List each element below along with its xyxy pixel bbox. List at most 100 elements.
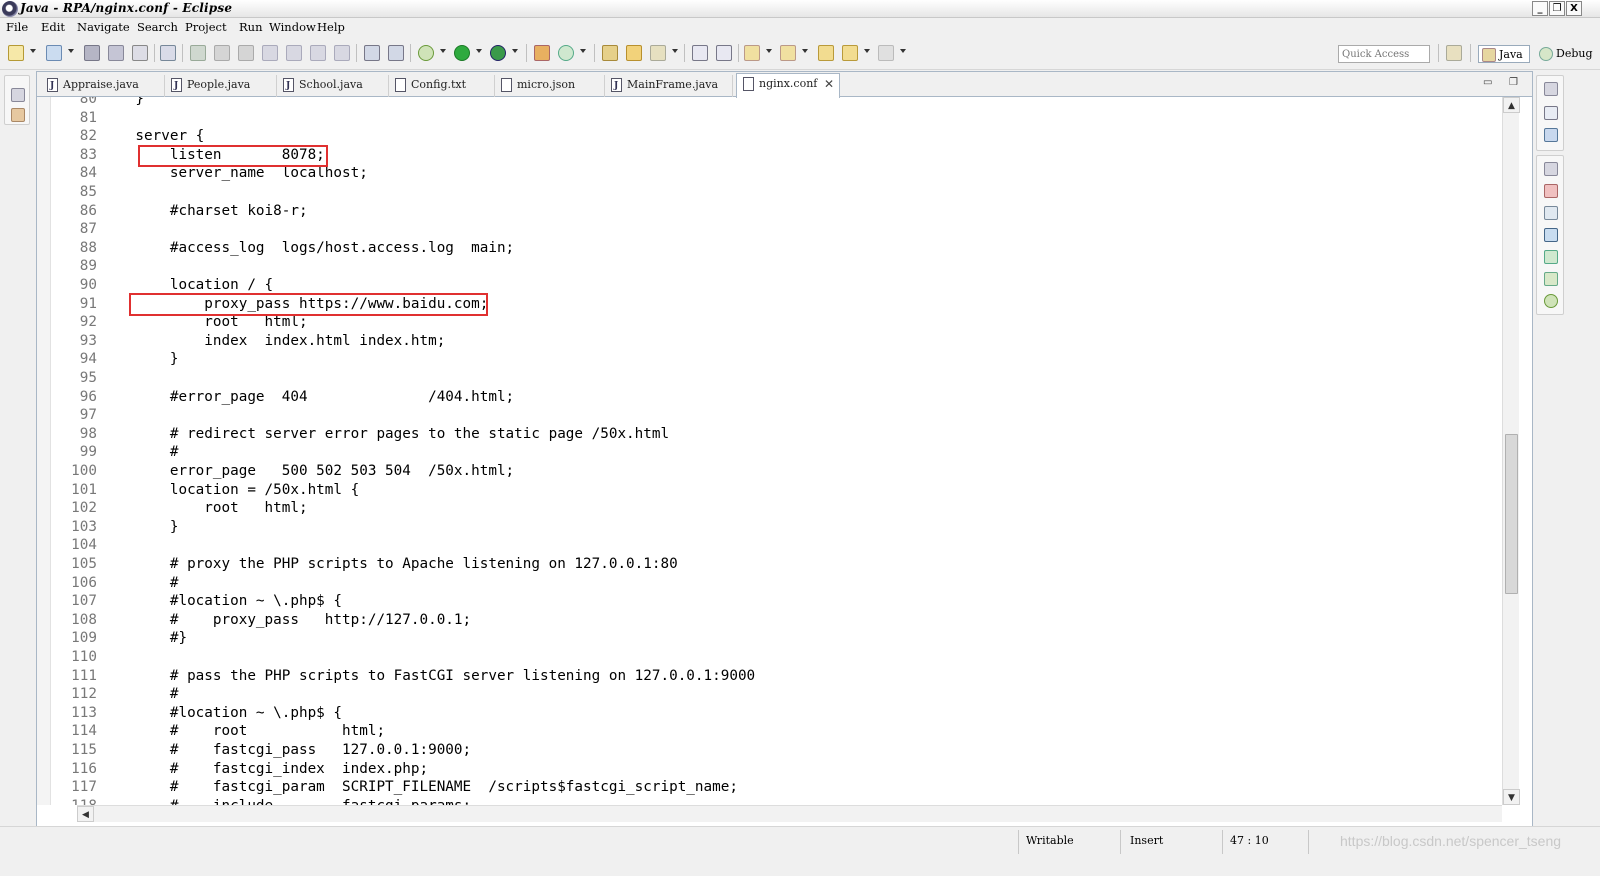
- code-editor[interactable]: 80 } 81 82 server {83 listen 8078; 84 serve…: [51, 97, 1501, 805]
- javadoc-icon[interactable]: [1544, 206, 1558, 220]
- disconnect-icon[interactable]: [262, 45, 278, 61]
- tab-people-java[interactable]: People.java: [165, 75, 277, 97]
- menu-edit[interactable]: Edit: [41, 20, 65, 34]
- vertical-scroll-thumb[interactable]: [1505, 434, 1518, 594]
- chevron-down-icon[interactable]: [766, 49, 772, 53]
- line-number: 100: [71, 463, 97, 479]
- tab-school-java[interactable]: School.java: [277, 75, 389, 97]
- suspend-icon[interactable]: [214, 45, 230, 61]
- print-icon[interactable]: [132, 45, 148, 61]
- open-folder-icon[interactable]: [626, 45, 642, 61]
- tab-micro-json[interactable]: micro.json: [495, 75, 605, 97]
- menu-run[interactable]: Run: [239, 20, 262, 34]
- menu-navigate[interactable]: Navigate: [77, 20, 130, 34]
- menu-file[interactable]: File: [6, 20, 28, 34]
- menu-help[interactable]: Help: [317, 20, 345, 34]
- progress-icon[interactable]: [1544, 250, 1558, 264]
- problems-icon[interactable]: [1544, 184, 1558, 198]
- console-icon[interactable]: [1544, 228, 1558, 242]
- code-line: 95: [51, 369, 101, 388]
- previous-annotation-icon[interactable]: [780, 45, 796, 61]
- debug-icon[interactable]: [418, 45, 434, 61]
- perspective-debug[interactable]: Debug: [1536, 45, 1593, 63]
- restore-icon[interactable]: [1544, 162, 1558, 176]
- chevron-down-icon[interactable]: [672, 49, 678, 53]
- maximize-editor-icon[interactable]: ❐: [1509, 77, 1518, 88]
- code-line: 88 #access_log logs/host.access.log main…: [51, 239, 514, 258]
- line-text: # root html;: [101, 723, 386, 740]
- tab-config-txt[interactable]: Config.txt: [389, 75, 495, 97]
- step-return-icon[interactable]: [334, 45, 350, 61]
- line-number: 92: [79, 314, 97, 331]
- run-external-tools-icon[interactable]: [490, 45, 506, 61]
- minimize-editor-icon[interactable]: ▭: [1483, 77, 1492, 88]
- scroll-up-icon[interactable]: ▲: [1503, 97, 1520, 113]
- open-perspective-icon[interactable]: [1446, 45, 1462, 61]
- step-into-icon[interactable]: [286, 45, 302, 61]
- back-icon[interactable]: [842, 45, 858, 61]
- save-all-icon[interactable]: [108, 45, 124, 61]
- chevron-down-icon[interactable]: [476, 49, 482, 53]
- skip-breakpoints-icon[interactable]: [160, 45, 176, 61]
- chevron-down-icon[interactable]: [30, 49, 36, 53]
- forward-icon[interactable]: [878, 45, 894, 61]
- last-edit-location-icon[interactable]: [818, 45, 834, 61]
- search-icon[interactable]: [650, 45, 666, 61]
- horizontal-scrollbar[interactable]: ◀: [77, 805, 1502, 822]
- new-class-icon[interactable]: [558, 45, 574, 61]
- java-file-icon: [47, 76, 58, 96]
- code-line: 81: [51, 109, 101, 128]
- tab-appraise-java[interactable]: Appraise.java: [41, 75, 165, 97]
- line-number: 93: [79, 332, 97, 349]
- window-title: Java - RPA/nginx.conf - Eclipse: [20, 1, 233, 15]
- minimize-button[interactable]: _: [1532, 1, 1548, 16]
- perspective-java[interactable]: Java: [1478, 45, 1530, 63]
- new-java-project-icon[interactable]: [534, 45, 550, 61]
- resume-icon[interactable]: [190, 45, 206, 61]
- new-icon[interactable]: [8, 45, 24, 61]
- line-text: #location ~ \.php$ {: [101, 593, 343, 610]
- scroll-down-icon[interactable]: ▼: [1503, 789, 1520, 805]
- menu-window[interactable]: Window: [269, 20, 316, 34]
- chevron-down-icon[interactable]: [440, 49, 446, 53]
- open-console-icon[interactable]: [388, 45, 404, 61]
- scroll-left-icon[interactable]: ◀: [77, 806, 94, 822]
- toggle-mark-icon[interactable]: [364, 45, 380, 61]
- menu-search[interactable]: Search: [137, 20, 178, 34]
- run-icon[interactable]: [454, 45, 470, 61]
- toggle-block-selection-icon[interactable]: [692, 45, 708, 61]
- tab-label: micro.json: [517, 78, 576, 91]
- chevron-down-icon[interactable]: [802, 49, 808, 53]
- debug-view-icon[interactable]: [1544, 294, 1558, 308]
- terminate-icon[interactable]: [238, 45, 254, 61]
- tab-label: School.java: [299, 78, 363, 91]
- line-number: 115: [71, 742, 97, 758]
- step-over-icon[interactable]: [310, 45, 326, 61]
- line-number: 118: [51, 797, 101, 805]
- chevron-down-icon[interactable]: [580, 49, 586, 53]
- close-window-button[interactable]: X: [1566, 1, 1582, 16]
- vertical-scrollbar[interactable]: ▲ ▼: [1502, 97, 1520, 805]
- restore-button[interactable]: ❐: [1549, 1, 1565, 16]
- line-text: # proxy_pass http://127.0.0.1;: [101, 611, 472, 628]
- chevron-down-icon[interactable]: [900, 49, 906, 53]
- restore-icon[interactable]: [11, 88, 25, 102]
- next-annotation-icon[interactable]: [744, 45, 760, 61]
- chevron-down-icon[interactable]: [512, 49, 518, 53]
- task-list-icon[interactable]: [1544, 106, 1558, 120]
- close-tab-icon[interactable]: ✕: [823, 78, 835, 90]
- tab-mainframe-java[interactable]: MainFrame.java: [605, 75, 733, 97]
- new-package-icon[interactable]: [46, 45, 62, 61]
- chevron-down-icon[interactable]: [864, 49, 870, 53]
- quick-access-input[interactable]: [1338, 45, 1430, 63]
- chevron-down-icon[interactable]: [68, 49, 74, 53]
- show-whitespace-icon[interactable]: [716, 45, 732, 61]
- open-type-icon[interactable]: [602, 45, 618, 61]
- package-explorer-icon[interactable]: [11, 108, 25, 122]
- save-icon[interactable]: [84, 45, 100, 61]
- outline-icon[interactable]: [1544, 128, 1558, 142]
- tab-nginx-conf[interactable]: nginx.conf ✕: [736, 73, 840, 98]
- restore-icon[interactable]: [1544, 82, 1558, 96]
- servers-icon[interactable]: [1544, 272, 1558, 286]
- menu-project[interactable]: Project: [185, 20, 227, 34]
